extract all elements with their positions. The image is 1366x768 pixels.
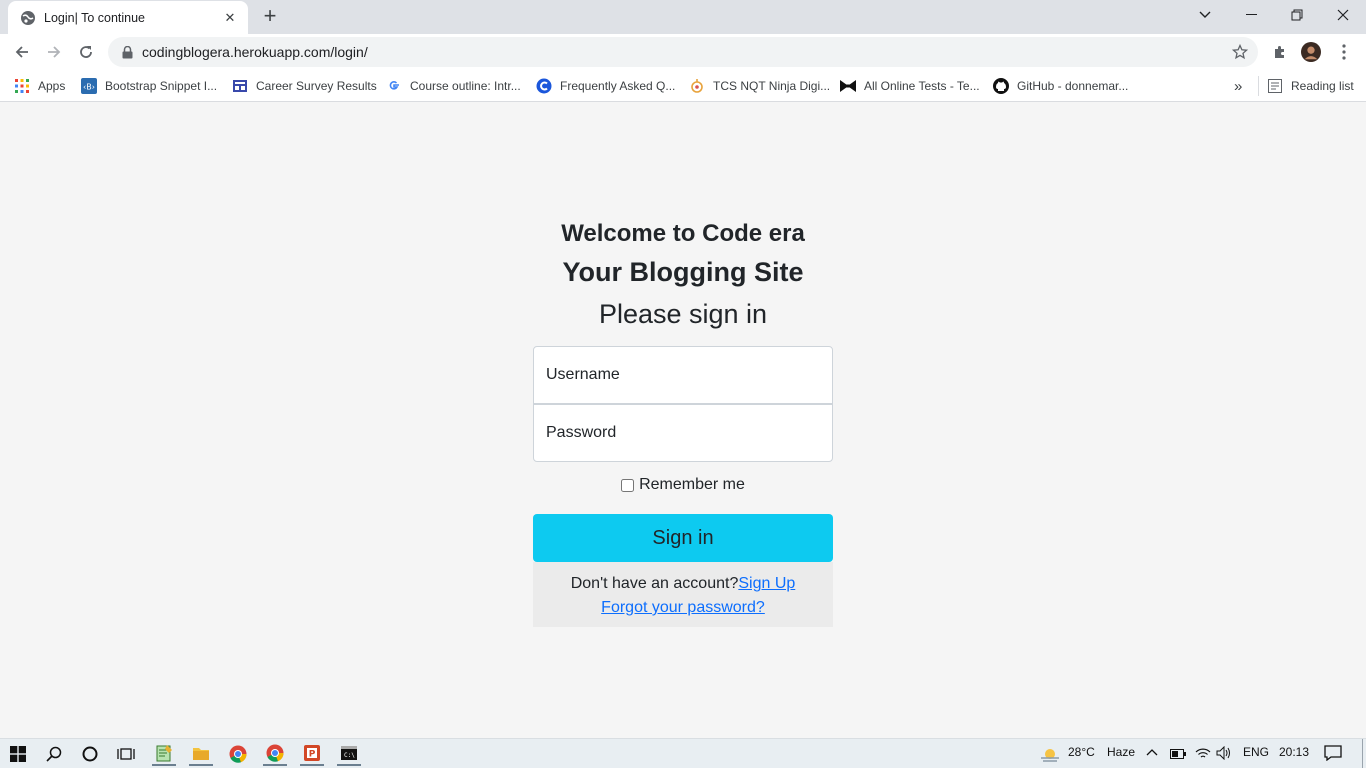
- chrome-active-icon[interactable]: [263, 742, 287, 766]
- remember-me-checkbox[interactable]: [621, 478, 635, 492]
- bookmark-star-icon[interactable]: [1231, 43, 1249, 60]
- forward-button[interactable]: [40, 38, 68, 66]
- bookmarks-bar: Apps ‹B› Bootstrap Snippet I... Career S…: [0, 70, 1366, 102]
- tab-strip: Login| To continue ✕ +: [0, 0, 1366, 34]
- chrome-app-icon[interactable]: [226, 742, 250, 766]
- bookmark-faq[interactable]: Frequently Asked Q...: [536, 76, 675, 96]
- tab-search-icon[interactable]: [1182, 0, 1228, 30]
- command-prompt-icon[interactable]: C:\: [337, 742, 361, 766]
- svg-text:C:\: C:\: [344, 752, 355, 759]
- form-icon: [232, 78, 248, 94]
- windows-start-icon[interactable]: [6, 742, 30, 766]
- wifi-icon[interactable]: [1195, 747, 1211, 762]
- task-view-icon[interactable]: [114, 742, 138, 766]
- github-icon: [993, 78, 1009, 94]
- cortana-icon[interactable]: [78, 742, 102, 766]
- address-bar[interactable]: codingblogera.herokuapp.com/login/: [108, 37, 1258, 67]
- bookmark-label: All Online Tests - Te...: [864, 79, 980, 93]
- tab-title: Login| To continue: [44, 10, 146, 25]
- page-content: Welcome to Code era Your Blogging Site P…: [0, 102, 1366, 738]
- bookmark-label: Course outline: Intr...: [410, 79, 521, 93]
- apps-grid-icon: [14, 78, 30, 94]
- browser-toolbar: codingblogera.herokuapp.com/login/: [0, 34, 1366, 70]
- file-explorer-icon[interactable]: [189, 742, 213, 766]
- username-input[interactable]: [533, 346, 833, 404]
- weather-temperature[interactable]: 28°C: [1068, 745, 1095, 759]
- globe-icon: [20, 10, 36, 26]
- reload-button[interactable]: [72, 38, 100, 66]
- no-account-text: Don't have an account?: [570, 575, 739, 592]
- c-logo-icon: [536, 78, 552, 94]
- sign-in-button[interactable]: Sign in: [533, 514, 833, 562]
- weather-haze-icon[interactable]: [1038, 742, 1062, 766]
- google-icon: [386, 78, 402, 94]
- sign-up-link[interactable]: Sign Up: [738, 575, 795, 592]
- bookmark-label: Frequently Asked Q...: [560, 79, 676, 93]
- clock-time[interactable]: 20:13: [1279, 745, 1309, 759]
- close-tab-icon[interactable]: ✕: [222, 10, 238, 26]
- battery-icon[interactable]: [1170, 748, 1186, 762]
- bookmark-career-survey[interactable]: Career Survey Results: [232, 76, 377, 96]
- site-title: Your Blogging Site: [562, 257, 804, 287]
- extensions-puzzle-icon[interactable]: [1270, 42, 1290, 62]
- svg-text:‹B›: ‹B›: [83, 83, 95, 92]
- show-desktop-divider[interactable]: [1362, 739, 1363, 768]
- url-text[interactable]: codingblogera.herokuapp.com/login/: [142, 44, 368, 60]
- minimize-button[interactable]: [1228, 0, 1274, 30]
- restore-button[interactable]: [1274, 0, 1320, 30]
- remember-me-label[interactable]: Remember me: [639, 476, 745, 494]
- signup-row: Don't have an account?Sign Up: [533, 572, 833, 596]
- lock-icon[interactable]: [120, 45, 134, 59]
- bookmark-github[interactable]: GitHub - donnemar...: [993, 76, 1128, 96]
- svg-text:P: P: [309, 750, 316, 760]
- forgot-row: Forgot your password?: [533, 596, 833, 620]
- powerpoint-icon[interactable]: P: [300, 742, 324, 766]
- chevron-double-right-icon: »: [1234, 77, 1243, 95]
- notifications-icon[interactable]: [1324, 745, 1342, 764]
- menu-kebab-icon[interactable]: [1334, 42, 1354, 62]
- weather-condition[interactable]: Haze: [1107, 745, 1135, 759]
- search-icon[interactable]: [42, 742, 66, 766]
- tcs-icon: [689, 78, 705, 94]
- bootstrap-icon: ‹B›: [81, 78, 97, 94]
- profile-avatar[interactable]: [1301, 42, 1321, 62]
- back-button[interactable]: [8, 38, 36, 66]
- forgot-password-link[interactable]: Forgot your password?: [601, 599, 765, 616]
- browser-tab[interactable]: Login| To continue ✕: [8, 1, 248, 34]
- volume-icon[interactable]: [1216, 745, 1232, 763]
- bowtie-icon: [840, 78, 856, 94]
- new-tab-button[interactable]: +: [258, 5, 282, 28]
- login-form: Welcome to Code era Your Blogging Site P…: [533, 216, 833, 627]
- bookmark-course-outline[interactable]: Course outline: Intr...: [386, 76, 521, 96]
- bookmark-tcs-nqt[interactable]: TCS NQT Ninja Digi...: [689, 76, 830, 96]
- more-bookmarks-button[interactable]: »: [1234, 76, 1242, 96]
- bookmark-online-tests[interactable]: All Online Tests - Te...: [840, 76, 980, 96]
- input-language[interactable]: ENG: [1243, 745, 1269, 759]
- bookmark-label: TCS NQT Ninja Digi...: [713, 79, 831, 93]
- signin-heading: Please sign in: [598, 299, 768, 329]
- reading-list-button[interactable]: Reading list: [1258, 76, 1354, 96]
- welcome-heading: Welcome to Code era: [561, 220, 805, 247]
- bookmark-bootstrap-snippet[interactable]: ‹B› Bootstrap Snippet I...: [81, 76, 217, 96]
- bookmark-label: Career Survey Results: [256, 79, 377, 93]
- close-window-button[interactable]: [1320, 0, 1366, 30]
- reading-list-label: Reading list: [1291, 79, 1354, 93]
- bookmark-apps[interactable]: Apps: [14, 76, 65, 96]
- bookmark-label: Bootstrap Snippet I...: [105, 79, 218, 93]
- chevron-up-icon[interactable]: [1146, 745, 1158, 759]
- account-links-box: Don't have an account?Sign Up Forgot you…: [533, 562, 833, 627]
- remember-me-row: Remember me: [533, 474, 833, 496]
- notepad-app-icon[interactable]: [152, 742, 176, 766]
- password-input[interactable]: [533, 404, 833, 462]
- bookmark-label: GitHub - donnemar...: [1017, 79, 1129, 93]
- bookmark-label: Apps: [38, 79, 66, 93]
- reading-list-icon: [1267, 78, 1283, 94]
- windows-taskbar: P C:\ 28°C Haze ENG 20:13: [0, 738, 1366, 768]
